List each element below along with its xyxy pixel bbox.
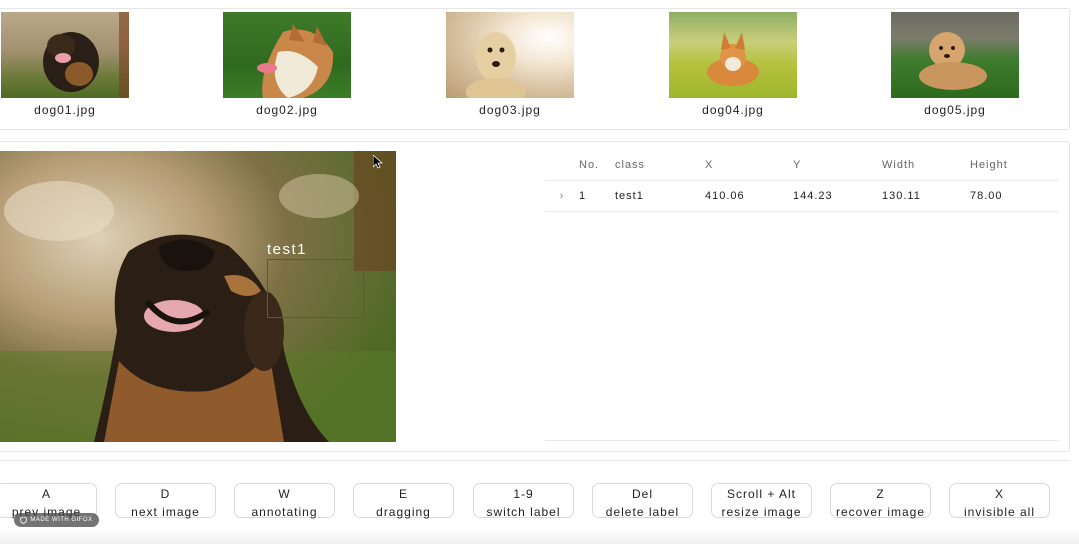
thumbnail-caption: dog03.jpg	[479, 103, 541, 117]
shortcut-desc: resize image	[721, 505, 802, 519]
shortcut-key: Z	[876, 487, 885, 501]
cell-no: 1	[579, 190, 587, 202]
col-no-header: No.	[579, 159, 600, 171]
table-row[interactable]: › 1 test1 410.06 144.23 130.11 78.00	[545, 181, 1058, 212]
shortcut-desc: invisible all	[963, 505, 1036, 519]
gifox-logo-icon	[20, 516, 28, 524]
thumbnail-image[interactable]	[1, 12, 129, 98]
thumbnail-image[interactable]	[669, 12, 797, 98]
shortcut-resize-image[interactable]: Scroll + Alt resize image	[711, 483, 812, 519]
shortcut-desc: delete label	[605, 505, 680, 519]
col-width-header: Width	[882, 159, 916, 171]
thumbnail-strip: dog01.jpg dog02.jpg dog03.jpg dog04.jpg …	[0, 8, 1070, 130]
thumbnail-dog02[interactable]: dog02.jpg	[223, 12, 351, 117]
cell-class: test1	[615, 190, 644, 202]
thumbnail-caption: dog01.jpg	[34, 103, 96, 117]
shortcut-desc: next image	[131, 505, 200, 519]
cell-x: 410.06	[705, 190, 745, 202]
thumbnail-dog04[interactable]: dog04.jpg	[669, 12, 797, 117]
thumbnail-dog05[interactable]: dog05.jpg	[891, 12, 1019, 117]
thumbnail-dog03[interactable]: dog03.jpg	[446, 12, 574, 117]
shortcut-key: D	[160, 487, 171, 501]
shortcut-desc: dragging	[376, 505, 431, 519]
shortcut-invisible-all[interactable]: X invisible all	[949, 483, 1050, 519]
annotation-canvas[interactable]: test1	[0, 151, 396, 442]
shortcut-key: Del	[631, 487, 653, 501]
thumbnail-image[interactable]	[223, 12, 351, 98]
shortcut-key: X	[994, 487, 1004, 501]
table-divider	[545, 440, 1058, 441]
col-class-header: class	[615, 159, 646, 171]
shortcut-desc: recover image	[835, 505, 926, 519]
col-y-header: Y	[793, 159, 802, 171]
cell-y: 144.23	[793, 190, 833, 202]
shortcut-desc: switch label	[486, 505, 561, 519]
shortcut-annotating[interactable]: W annotating	[234, 483, 335, 519]
table-header: No. class X Y Width Height	[545, 150, 1058, 181]
cell-height: 78.00	[970, 190, 1003, 202]
bbox-label: test1	[267, 241, 308, 258]
watermark-text: MADE WITH GIFOX	[30, 517, 93, 523]
bounding-box[interactable]	[267, 259, 364, 318]
col-x-header: X	[705, 159, 714, 171]
shortcut-key: 1-9	[513, 487, 534, 501]
thumbnail-dog01[interactable]: dog01.jpg	[1, 12, 129, 117]
gifox-watermark: MADE WITH GIFOX	[14, 513, 99, 527]
annotation-panel: test1 No. class X Y Width Height › 1 tes…	[0, 141, 1070, 452]
col-height-header: Height	[970, 159, 1008, 171]
label-table: No. class X Y Width Height › 1 test1 410…	[545, 150, 1058, 212]
shortcut-key: W	[278, 487, 291, 501]
shortcut-next-image[interactable]: D next image	[115, 483, 216, 519]
shortcut-key: Scroll + Alt	[726, 487, 797, 501]
shortcut-desc: annotating	[251, 505, 318, 519]
thumbnail-caption: dog04.jpg	[702, 103, 764, 117]
mouse-cursor-icon	[373, 155, 383, 169]
shortcut-key: E	[398, 487, 408, 501]
shortcut-dragging[interactable]: E dragging	[353, 483, 454, 519]
thumbnail-image[interactable]	[891, 12, 1019, 98]
shortcut-recover-image[interactable]: Z recover image	[830, 483, 931, 519]
thumbnail-caption: dog02.jpg	[256, 103, 318, 117]
shortcut-delete-label[interactable]: Del delete label	[592, 483, 693, 519]
shortcut-key: A	[41, 487, 51, 501]
thumbnail-caption: dog05.jpg	[924, 103, 986, 117]
cell-width: 130.11	[882, 190, 921, 202]
bottom-fade	[0, 528, 1079, 544]
expand-row-icon[interactable]: ›	[545, 190, 579, 202]
shortcut-switch-label[interactable]: 1-9 switch label	[473, 483, 574, 519]
thumbnail-image[interactable]	[446, 12, 574, 98]
